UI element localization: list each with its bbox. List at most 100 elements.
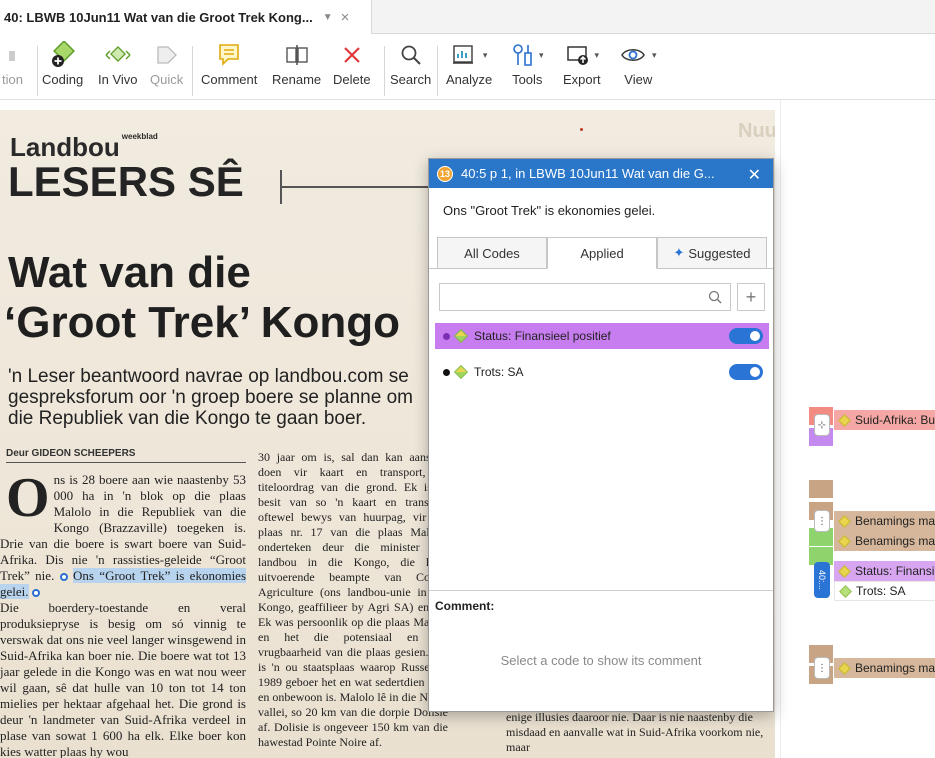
code-search-box[interactable] (439, 283, 731, 311)
sparkle-icon: ✦ (673, 245, 685, 260)
margin-code-label: Trots: SA (856, 584, 906, 598)
margin-code-chip[interactable]: Benamings ma (834, 511, 935, 531)
margin-code-chip[interactable]: Trots: SA (834, 581, 935, 601)
in-vivo-label: In Vivo (98, 72, 138, 87)
margin-code-chip[interactable]: Benamings ma (834, 531, 935, 551)
article-paragraph-2: Die boerdery-toestande en veral produksi… (0, 600, 246, 758)
tools-button[interactable]: ▾ Tools (511, 38, 544, 98)
margin-code-chip[interactable]: Suid-Afrika: Bu (834, 410, 935, 430)
margin-code-label: Benamings ma (855, 514, 935, 528)
selection-start-handle[interactable] (59, 573, 68, 582)
view-icon: ▾ (620, 38, 657, 72)
margin-bar-brown (809, 480, 833, 498)
comment-placeholder: Select a code to show its comment (500, 653, 702, 668)
margin-code-chip[interactable]: Benamings ma (834, 658, 935, 678)
document-tab[interactable]: 40: LBWB 10Jun11 Wat van die Groot Trek … (0, 0, 372, 34)
chevron-down-icon[interactable]: ▼ (323, 12, 333, 23)
background-text: Nuus (738, 120, 775, 142)
coding-button[interactable]: Coding (42, 38, 83, 98)
rename-label: Rename (272, 72, 322, 87)
search-icon (399, 38, 423, 72)
tools-label: Tools (512, 72, 543, 87)
masthead-big: LESERS SÊ (8, 158, 244, 205)
code-label: Status: Finansieel positief (474, 329, 611, 343)
code-color-dot (443, 332, 450, 340)
comment-divider (429, 590, 773, 591)
search-button[interactable]: Search (390, 38, 431, 98)
export-label: Export (563, 72, 601, 87)
code-applied-toggle[interactable] (729, 328, 763, 344)
margin-toggle-icon[interactable]: ⊹ (814, 414, 830, 436)
in-vivo-button[interactable]: In Vivo (98, 38, 138, 98)
partial-icon (7, 38, 17, 72)
quotation-text: Ons "Groot Trek" is ekonomies gelei. (443, 203, 656, 218)
view-button[interactable]: ▾ View (620, 38, 657, 98)
code-row-selected[interactable]: Status: Finansieel positief (435, 323, 769, 349)
in-vivo-icon (103, 38, 133, 72)
comment-button[interactable]: Comment (201, 38, 257, 98)
code-diamond-icon (838, 534, 851, 548)
close-icon[interactable]: × (341, 9, 350, 26)
apply-codes-popup: 13 40:5 p 1, in LBWB 10Jun11 Wat van die… (428, 158, 774, 712)
margin-more-icon[interactable]: ⋮ (814, 657, 830, 679)
analyze-icon: ▾ (451, 38, 487, 72)
delete-button[interactable]: Delete (333, 38, 371, 98)
margin-code-chip[interactable]: Status: Finansi (834, 561, 935, 581)
margin-more-icon[interactable]: ⋮ (814, 510, 830, 532)
search-label: Search (390, 72, 432, 87)
comment-heading: Comment: (435, 599, 495, 613)
code-label: Trots: SA (474, 365, 524, 379)
comment-label: Comment (201, 72, 258, 87)
tab-suggested[interactable]: ✦ Suggested (657, 237, 767, 269)
red-dot (580, 128, 583, 131)
quick-code-icon (154, 38, 180, 72)
tab-bar: 40: LBWB 10Jun11 Wat van die Groot Trek … (0, 0, 935, 34)
view-label: View (624, 72, 653, 87)
article-column-3: enige illusies daaroor nie. Daar is nie … (506, 710, 764, 754)
search-icon[interactable] (708, 290, 722, 309)
tab-label: All Codes (464, 245, 520, 261)
quotation-badge[interactable]: 40:... (814, 562, 830, 598)
code-applied-toggle[interactable] (729, 364, 763, 380)
tools-icon: ▾ (511, 38, 544, 72)
subheadline: 'n Leser beantwoord navrae op landbou.co… (8, 366, 413, 429)
article-column-1[interactable]: O ns is 28 boere aan wie naastenby 53 00… (0, 470, 247, 758)
selection-end-handle[interactable] (31, 589, 40, 598)
divider (192, 46, 193, 96)
quick-code-button[interactable]: Quick (150, 38, 183, 98)
analyze-button[interactable]: ▾ Analyze (446, 38, 492, 98)
code-diamond-icon (453, 364, 469, 380)
code-diamond-icon (838, 413, 851, 427)
tab-all-codes[interactable]: All Codes (437, 237, 547, 269)
partial-button[interactable]: tion (2, 38, 23, 98)
code-diamond-icon (838, 514, 851, 528)
code-search-input[interactable] (440, 284, 700, 310)
margin-code-label: Status: Finansi (855, 564, 935, 578)
export-button[interactable]: ▾ Export (563, 38, 601, 98)
rename-button[interactable]: Rename (272, 38, 321, 98)
close-icon[interactable]: ✕ (748, 165, 761, 185)
quick-code-label: Quick (150, 72, 184, 87)
coding-icon (49, 38, 77, 72)
headline-line-2: ‘Groot Trek’ Kongo (4, 298, 401, 347)
divider (384, 46, 385, 96)
code-row[interactable]: Trots: SA (435, 359, 769, 385)
add-code-button[interactable]: + (737, 283, 765, 311)
comment-icon (216, 38, 242, 72)
code-diamond-icon (838, 661, 851, 675)
popup-titlebar[interactable]: 13 40:5 p 1, in LBWB 10Jun11 Wat van die… (429, 159, 773, 188)
margin-code-label: Benamings ma (855, 534, 935, 548)
margin-code-label: Benamings ma (855, 661, 935, 675)
article-column-2: 30 jaar om is, sal dan kan aansoek doen … (258, 450, 448, 749)
popup-tabs: All Codes Applied ✦ Suggested (437, 237, 767, 269)
code-diamond-icon (839, 584, 852, 598)
codes-margin: ⊹ Suid-Afrika: Bu ⋮ Benamings ma Benamin… (780, 100, 935, 758)
partial-label: tion (2, 72, 23, 87)
margin-code-label: Suid-Afrika: Bu (855, 413, 935, 427)
ribbon-toolbar: tion Coding In Vivo Quick Comment Rename… (0, 34, 935, 100)
code-color-dot (443, 368, 450, 376)
tab-label: Suggested (688, 245, 751, 261)
document-tab-title[interactable]: 40: LBWB 10Jun11 Wat van die Groot Trek … (4, 10, 313, 25)
code-diamond-icon (453, 328, 469, 344)
tab-applied[interactable]: Applied (547, 237, 657, 269)
